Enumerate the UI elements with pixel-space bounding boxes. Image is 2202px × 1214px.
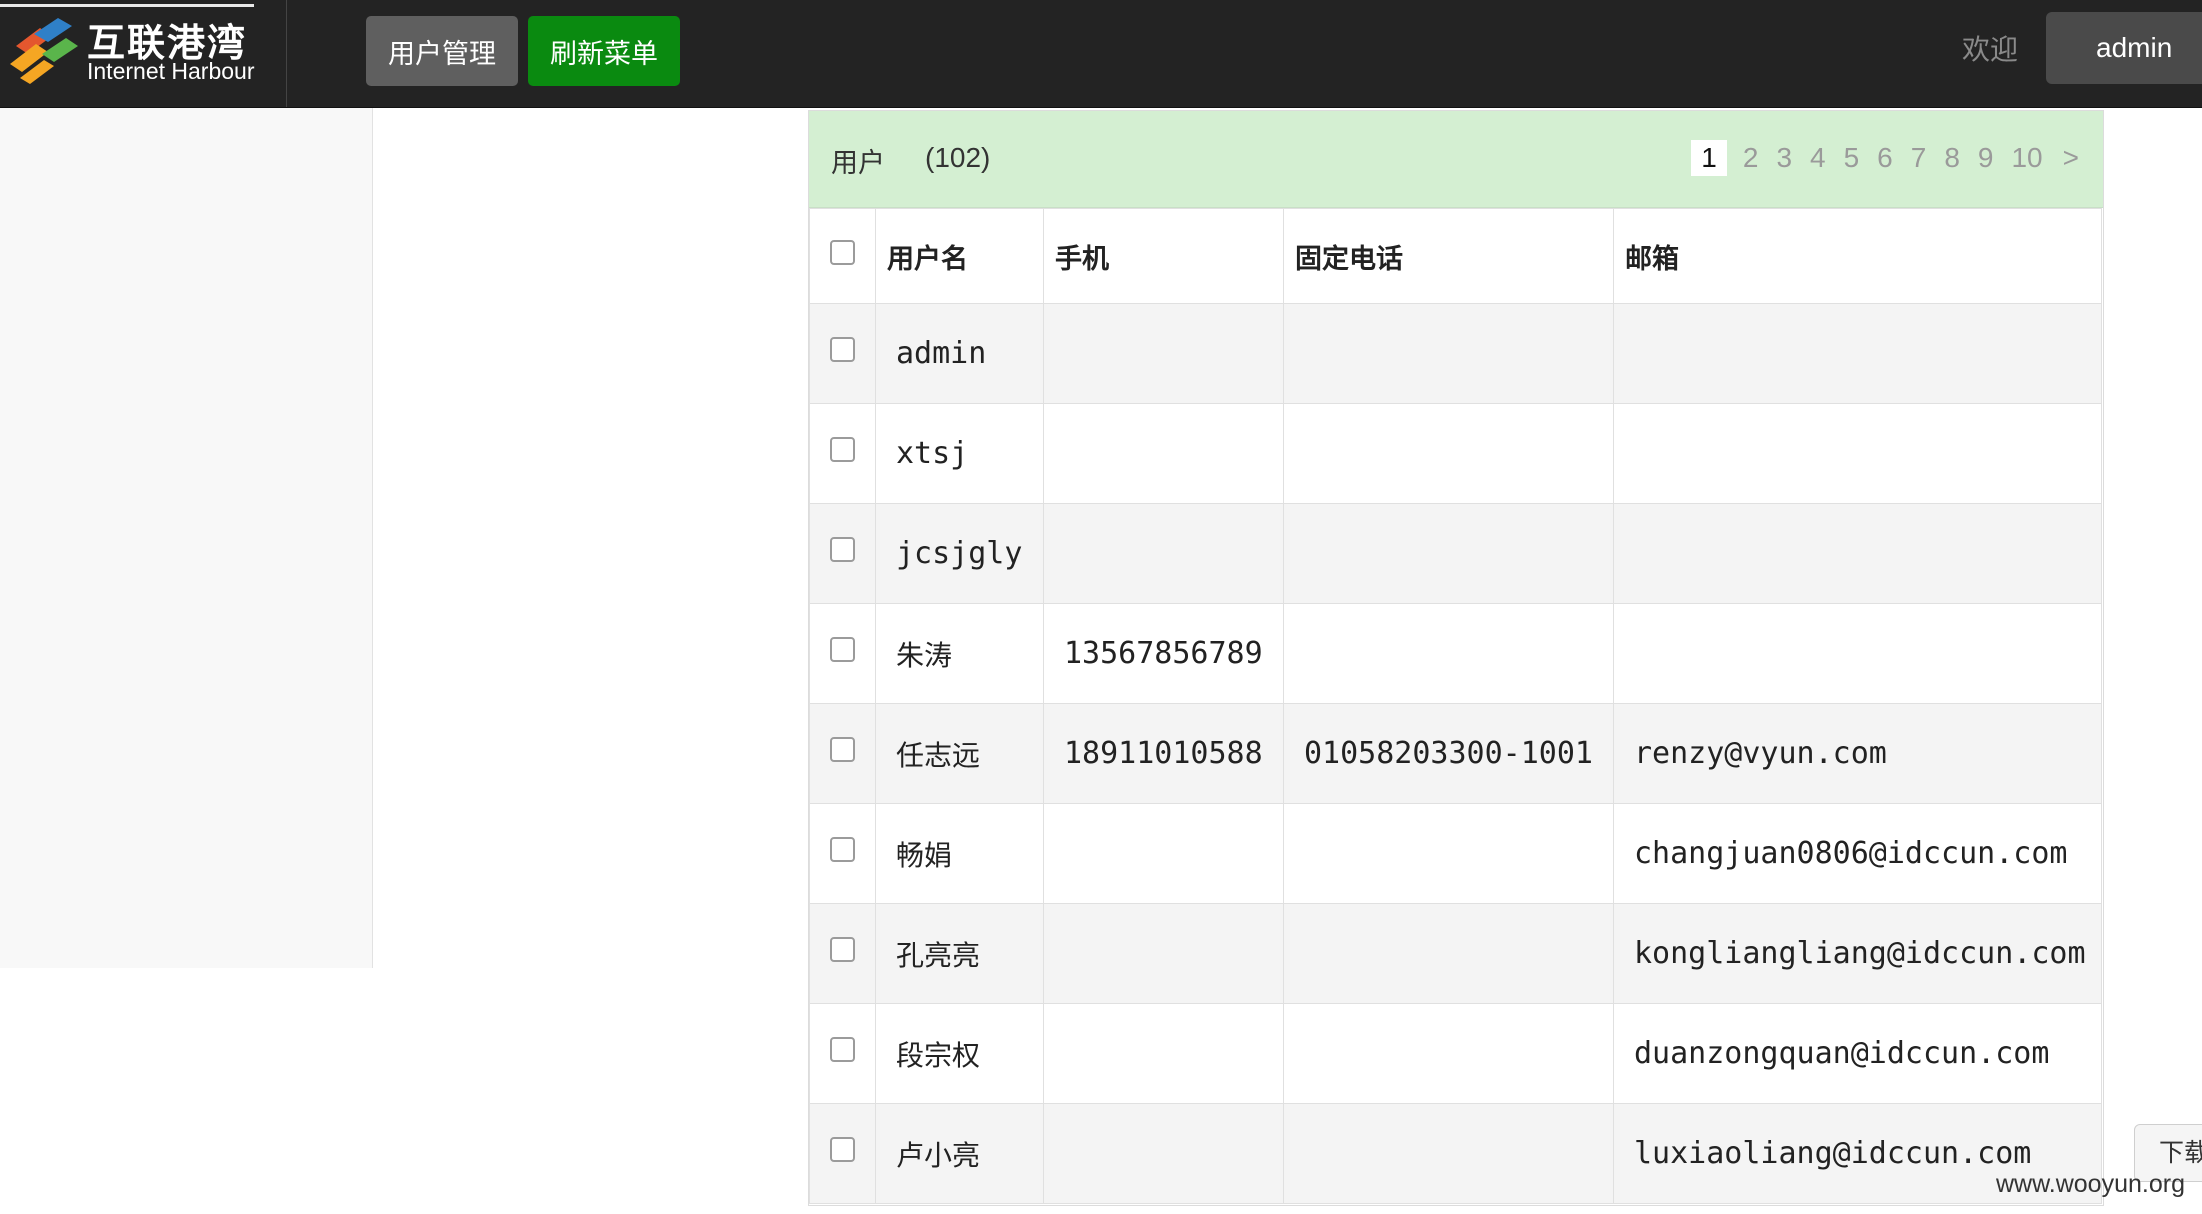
page-link[interactable]: 7 bbox=[1909, 142, 1929, 174]
phone-cell bbox=[1283, 503, 1614, 604]
email-cell bbox=[1613, 503, 2102, 604]
panel-heading: 用户 (102) 1 2 3 4 5 6 7 8 9 10 > bbox=[809, 111, 2103, 208]
page-link[interactable]: 9 bbox=[1976, 142, 1996, 174]
row-select-cell bbox=[809, 903, 876, 1004]
brand[interactable]: 互联港湾 Internet Harbour bbox=[0, 0, 287, 107]
username-cell: 卢小亮 bbox=[875, 1103, 1044, 1204]
column-header-mobile[interactable]: 手机 bbox=[1043, 208, 1284, 304]
mobile-cell bbox=[1043, 1103, 1284, 1204]
username-cell: 段宗权 bbox=[875, 1003, 1044, 1104]
row-checkbox[interactable] bbox=[830, 437, 855, 462]
users-table: 用户名 手机 固定电话 邮箱 admin xtsj jcsjgly 朱涛 135… bbox=[809, 208, 2102, 1204]
row-select-cell bbox=[809, 503, 876, 604]
mobile-cell bbox=[1043, 803, 1284, 904]
row-checkbox[interactable] bbox=[830, 737, 855, 762]
mobile-cell: 18911010588 bbox=[1043, 703, 1284, 804]
page-link[interactable]: 4 bbox=[1808, 142, 1828, 174]
select-all-checkbox[interactable] bbox=[830, 239, 855, 265]
welcome-text: 欢迎 bbox=[1962, 33, 2019, 66]
email-cell: changjuan0806@idccun.com bbox=[1613, 803, 2102, 904]
page-link[interactable]: 10 bbox=[2009, 142, 2044, 174]
page-link[interactable]: 5 bbox=[1842, 142, 1862, 174]
page-link[interactable]: 3 bbox=[1774, 142, 1794, 174]
table-row[interactable]: 朱涛 13567856789 bbox=[809, 603, 2102, 704]
row-select-cell bbox=[809, 603, 876, 704]
email-cell: duanzongquan@idccun.com bbox=[1613, 1003, 2102, 1104]
email-cell bbox=[1613, 303, 2102, 404]
page-link[interactable]: 8 bbox=[1942, 142, 1962, 174]
username-cell: jcsjgly bbox=[875, 503, 1044, 604]
row-select-cell bbox=[809, 703, 876, 804]
row-checkbox[interactable] bbox=[830, 1037, 855, 1062]
page-link[interactable]: 2 bbox=[1741, 142, 1761, 174]
table-row[interactable]: 任志远 18911010588 01058203300-1001 renzy@v… bbox=[809, 703, 2102, 804]
mobile-cell bbox=[1043, 903, 1284, 1004]
row-checkbox[interactable] bbox=[830, 837, 855, 862]
email-cell bbox=[1613, 603, 2102, 704]
row-checkbox[interactable] bbox=[830, 937, 855, 962]
user-menu-button[interactable]: admin bbox=[2046, 12, 2202, 84]
table-row[interactable]: 畅娟 changjuan0806@idccun.com bbox=[809, 803, 2102, 904]
row-checkbox[interactable] bbox=[830, 537, 855, 562]
refresh-menu-button[interactable]: 刷新菜单 bbox=[528, 16, 680, 86]
email-cell bbox=[1613, 403, 2102, 504]
row-select-cell bbox=[809, 303, 876, 404]
table-row[interactable]: jcsjgly bbox=[809, 503, 2102, 604]
phone-cell bbox=[1283, 603, 1614, 704]
user-count: (102) bbox=[925, 142, 991, 173]
next-page-link[interactable]: > bbox=[2063, 142, 2079, 174]
mobile-cell bbox=[1043, 403, 1284, 504]
watermark-text: www.wooyun.org bbox=[1996, 1170, 2185, 1198]
table-row[interactable]: 段宗权 duanzongquan@idccun.com bbox=[809, 1003, 2102, 1104]
page-link-current[interactable]: 1 bbox=[1691, 140, 1727, 176]
phone-cell bbox=[1283, 403, 1614, 504]
select-all-cell bbox=[809, 208, 876, 304]
username-cell: xtsj bbox=[875, 403, 1044, 504]
sidebar bbox=[0, 108, 373, 968]
brand-topline bbox=[0, 4, 254, 7]
phone-cell bbox=[1283, 803, 1614, 904]
page-link[interactable]: 6 bbox=[1875, 142, 1895, 174]
column-header-phone[interactable]: 固定电话 bbox=[1283, 208, 1614, 304]
table-header-row: 用户名 手机 固定电话 邮箱 bbox=[809, 208, 2102, 304]
panel-title: 用户 bbox=[831, 148, 885, 179]
row-select-cell bbox=[809, 1103, 876, 1204]
row-select-cell bbox=[809, 403, 876, 504]
row-select-cell bbox=[809, 803, 876, 904]
row-select-cell bbox=[809, 1003, 876, 1104]
username-cell: 朱涛 bbox=[875, 603, 1044, 704]
pagination: 1 2 3 4 5 6 7 8 9 10 > bbox=[1691, 140, 2079, 176]
top-navbar: 互联港湾 Internet Harbour 用户管理 刷新菜单 欢迎 admin bbox=[0, 0, 2202, 108]
phone-cell bbox=[1283, 1003, 1614, 1104]
brand-name-en: Internet Harbour bbox=[87, 58, 255, 84]
username-cell: admin bbox=[875, 303, 1044, 404]
table-row[interactable]: admin bbox=[809, 303, 2102, 404]
table-row[interactable]: 孔亮亮 kongliangliang@idccun.com bbox=[809, 903, 2102, 1004]
column-header-email[interactable]: 邮箱 bbox=[1613, 208, 2102, 304]
email-cell: kongliangliang@idccun.com bbox=[1613, 903, 2102, 1004]
mobile-cell bbox=[1043, 503, 1284, 604]
brand-logo-icon bbox=[10, 18, 78, 84]
user-management-button[interactable]: 用户管理 bbox=[366, 16, 518, 86]
mobile-cell bbox=[1043, 1003, 1284, 1104]
row-checkbox[interactable] bbox=[830, 337, 855, 362]
row-checkbox[interactable] bbox=[830, 1137, 855, 1162]
users-panel: 用户 (102) 1 2 3 4 5 6 7 8 9 10 > 用户名 手机 固… bbox=[808, 110, 2104, 1206]
email-cell: renzy@vyun.com bbox=[1613, 703, 2102, 804]
phone-cell bbox=[1283, 303, 1614, 404]
table-row[interactable]: 卢小亮 luxiaoliang@idccun.com bbox=[809, 1103, 2102, 1204]
row-checkbox[interactable] bbox=[830, 637, 855, 662]
username-cell: 畅娟 bbox=[875, 803, 1044, 904]
mobile-cell bbox=[1043, 303, 1284, 404]
username-cell: 孔亮亮 bbox=[875, 903, 1044, 1004]
column-header-username[interactable]: 用户名 bbox=[875, 208, 1044, 304]
table-row[interactable]: xtsj bbox=[809, 403, 2102, 504]
username-cell: 任志远 bbox=[875, 703, 1044, 804]
phone-cell bbox=[1283, 903, 1614, 1004]
phone-cell: 01058203300-1001 bbox=[1283, 703, 1614, 804]
phone-cell bbox=[1283, 1103, 1614, 1204]
mobile-cell: 13567856789 bbox=[1043, 603, 1284, 704]
